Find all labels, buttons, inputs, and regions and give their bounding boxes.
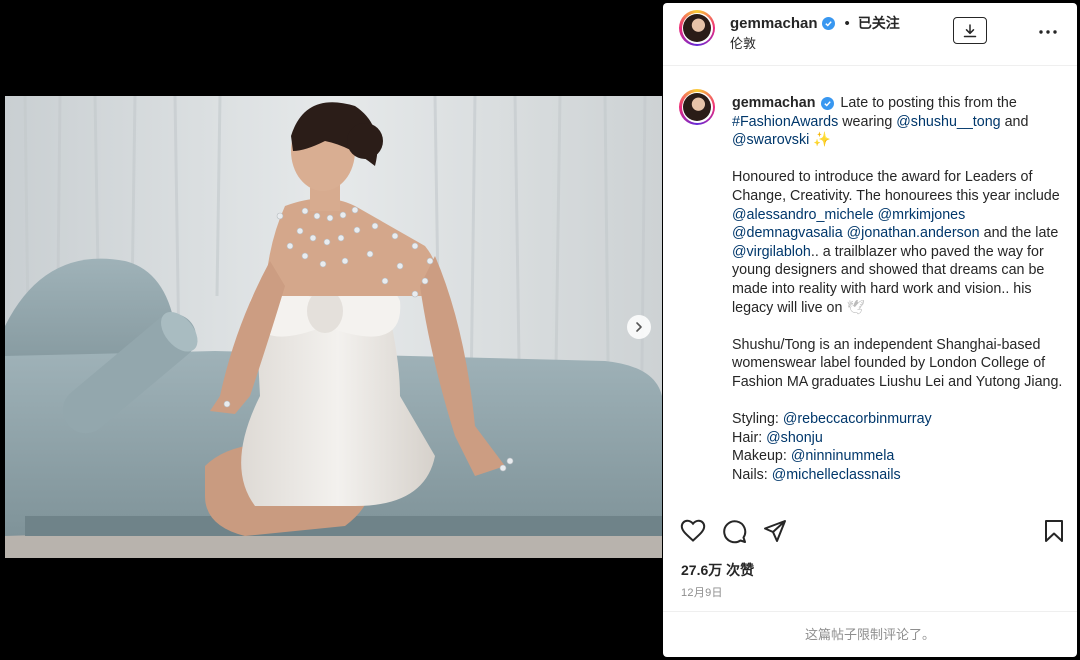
save-button[interactable] [1044, 519, 1064, 548]
credit-label: Styling: [732, 411, 779, 428]
post-header: gemmachan • 已关注 伦敦 [663, 3, 1077, 66]
caption-area: gemmachan Late to posting this from the … [663, 67, 1077, 507]
comment-icon [723, 520, 747, 544]
bookmark-icon [1045, 520, 1063, 542]
caption-line1: Late to posting this from the [840, 95, 1017, 111]
header-username[interactable]: gemmachan [730, 15, 818, 32]
caption-wearing: wearing [842, 113, 893, 130]
more-icon[interactable] [1039, 21, 1057, 35]
caption-paragraph: Honoured to introduce the award for Lead… [732, 169, 1060, 204]
hashtag-link[interactable]: #FashionAwards [732, 114, 838, 130]
verified-badge-icon [821, 16, 835, 30]
photo-illustration [5, 96, 662, 558]
carousel-next-button[interactable] [627, 315, 651, 339]
sparkle-emoji: ✨ [813, 132, 832, 149]
post-photo[interactable] [5, 96, 662, 558]
avatar[interactable] [679, 10, 715, 46]
post-date[interactable]: 12月9日 [681, 584, 723, 600]
mention-link[interactable]: @michelleclassnails [772, 467, 901, 483]
mention-link[interactable]: @shonju [766, 430, 823, 446]
credit-label: Makeup: [732, 448, 787, 465]
download-icon [963, 23, 977, 37]
follow-status-button[interactable]: 已关注 [858, 13, 900, 33]
heart-icon [680, 519, 706, 542]
post-location[interactable]: 伦敦 [730, 33, 756, 52]
chevron-right-icon [636, 322, 642, 332]
caption-avatar-image [683, 93, 711, 121]
dove-emoji: 🕊 [846, 299, 865, 316]
header-separator: • [844, 14, 850, 32]
share-button[interactable] [763, 519, 787, 548]
credit-label: Nails: [732, 466, 768, 483]
mention-link[interactable]: @rebeccacorbinmurray [783, 411, 932, 427]
caption-text: gemmachan Late to posting this from the … [732, 94, 1072, 484]
caption-text-segment: and the late [983, 225, 1059, 242]
caption-avatar[interactable] [679, 89, 715, 125]
mention-link[interactable]: @ninninummela [791, 448, 895, 464]
caption-and: and [1004, 113, 1029, 130]
like-count[interactable]: 27.6万 次赞 [681, 560, 754, 580]
comment-button[interactable] [722, 519, 747, 549]
avatar-image [683, 14, 711, 42]
mention-link[interactable]: @shushu__tong [896, 114, 1000, 130]
mention-link[interactable]: @jonathan.anderson [847, 225, 980, 241]
share-icon [764, 520, 786, 542]
caption-paragraph: Shushu/Tong is an independent Shanghai-b… [732, 336, 1063, 390]
action-bar [663, 509, 1077, 549]
mention-link[interactable]: @swarovski [732, 132, 809, 148]
verified-badge-icon [821, 97, 835, 110]
mention-link[interactable]: @alessandro_michele [732, 207, 874, 223]
caption-username[interactable]: gemmachan [732, 95, 815, 111]
mention-link[interactable]: @mrkimjones [878, 207, 966, 223]
credit-label: Hair: [732, 429, 763, 446]
mention-link[interactable]: @demnagvasalia [732, 225, 843, 241]
post-side-panel: gemmachan • 已关注 伦敦 gemmachan Late to pos… [663, 3, 1077, 657]
like-button[interactable] [680, 519, 706, 548]
comments-restricted-notice: 这篇帖子限制评论了。 [663, 611, 1077, 657]
download-button[interactable] [953, 17, 987, 44]
media-area [0, 0, 663, 660]
mention-link[interactable]: @virgilabloh [732, 244, 811, 260]
